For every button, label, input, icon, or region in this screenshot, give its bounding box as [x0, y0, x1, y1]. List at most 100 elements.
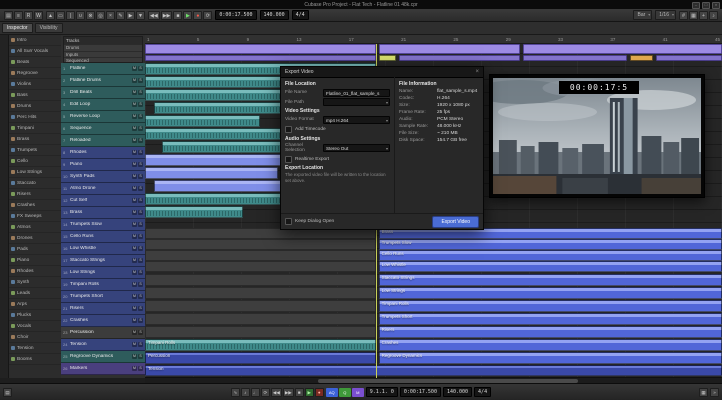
mute-button[interactable]: M [132, 258, 137, 263]
mute-button[interactable]: M [132, 90, 137, 95]
media-list-item[interactable]: Pads [9, 244, 61, 255]
range-selection-tool[interactable]: ▭ [56, 10, 65, 20]
clip[interactable] [145, 76, 301, 88]
media-list-item[interactable]: Vocals [9, 321, 61, 332]
clip[interactable] [145, 313, 376, 325]
mute-button[interactable]: M [132, 186, 137, 191]
keyboard-focus-icon[interactable]: ▦ [699, 387, 708, 397]
mute-button[interactable]: M [132, 270, 137, 275]
solo-button[interactable]: S [138, 138, 143, 143]
media-list-item[interactable]: Plucks [9, 310, 61, 321]
track-header[interactable]: 21 Risers M S [61, 303, 145, 315]
clip[interactable] [145, 274, 376, 286]
play-button[interactable]: ▶ [183, 10, 193, 20]
media-list-item[interactable]: Drums [9, 101, 61, 112]
solo-button[interactable]: S [138, 282, 143, 287]
mute-button[interactable]: M [132, 174, 137, 179]
solo-button[interactable]: S [138, 366, 143, 371]
mute-button[interactable]: M [132, 102, 137, 107]
tab-visibility[interactable]: Visibility [34, 23, 63, 33]
write-automation-icon[interactable]: W [34, 10, 43, 20]
cycle-button[interactable]: ⟳ [260, 387, 270, 397]
solo-button[interactable]: S [138, 102, 143, 107]
mute-button[interactable]: M [132, 222, 137, 227]
track-header[interactable]: 15 Cello Runs M S [61, 231, 145, 243]
close-icon[interactable]: × [475, 69, 479, 75]
object-selection-tool[interactable]: ▲ [46, 10, 55, 20]
solo-button[interactable]: S [138, 114, 143, 119]
mute-button[interactable]: M [132, 162, 137, 167]
media-list-item[interactable]: Drones [9, 233, 61, 244]
midi-input-icon[interactable]: ♪ [709, 10, 718, 20]
read-automation-icon[interactable]: R [24, 10, 33, 20]
media-list-item[interactable]: Bass [9, 90, 61, 101]
tab-inspector[interactable]: Inspector [2, 23, 33, 33]
clip[interactable] [145, 239, 376, 250]
clip[interactable] [145, 206, 244, 218]
solo-button[interactable]: S [138, 294, 143, 299]
split-tool[interactable]: | [66, 10, 75, 20]
solo-button[interactable]: S [138, 354, 143, 359]
track-header[interactable]: 9 Piano M S [61, 159, 145, 171]
midi-chip[interactable]: M [351, 387, 364, 397]
media-list-item[interactable]: Booms [9, 354, 61, 365]
solo-button[interactable]: S [138, 270, 143, 275]
clip[interactable] [655, 55, 722, 61]
forward-button[interactable]: ▶▶ [160, 10, 173, 20]
clip[interactable] [145, 115, 261, 127]
media-list-item[interactable]: Beats [9, 57, 61, 68]
media-list-item[interactable]: Brass [9, 134, 61, 145]
setup-icon[interactable]: ≡ [14, 10, 23, 20]
stop-button[interactable]: ■ [173, 10, 183, 20]
track-header[interactable]: 3 Drill Beats M S [61, 87, 145, 99]
quantize-dropdown[interactable]: 1/16 [655, 10, 676, 20]
clip[interactable] [522, 44, 722, 54]
track-header[interactable]: 8 Rhodes M S [61, 147, 145, 159]
constrain-delay-icon[interactable]: ∿ [230, 387, 240, 397]
clip[interactable]: Low Whistle [378, 261, 722, 272]
solo-button[interactable]: S [138, 210, 143, 215]
track-header[interactable]: 6 Sequence M S [61, 123, 145, 135]
timeline-ruler[interactable]: 1 5 9 13 17 21 25 29 33 37 41 45 [145, 35, 722, 44]
expand-icon[interactable]: » [710, 387, 719, 397]
clip[interactable]: Tension [145, 365, 722, 376]
tempo-button[interactable]: ♩ [250, 387, 260, 397]
mute-button[interactable]: M [132, 150, 137, 155]
track-header[interactable]: 26 Markers M S [61, 363, 145, 375]
clip[interactable] [398, 55, 521, 61]
track-header[interactable]: 4 Edit Loop M S [61, 99, 145, 111]
clip[interactable] [522, 55, 627, 61]
panel-toggle-icon[interactable]: ▤ [3, 387, 12, 397]
zoom-tool[interactable]: ◎ [96, 10, 105, 20]
mute-button[interactable]: M [132, 318, 137, 323]
track-header[interactable]: 13 Brass M S [61, 207, 145, 219]
glue-tool[interactable]: ∪ [76, 10, 85, 20]
color-tool[interactable]: ▼ [136, 10, 145, 20]
track-header[interactable]: 17 Staccato Strings M S [61, 255, 145, 267]
draw-tool[interactable]: ✎ [116, 10, 125, 20]
media-list-item[interactable]: Leads [9, 288, 61, 299]
solo-button[interactable]: S [138, 126, 143, 131]
solo-button[interactable]: S [138, 162, 143, 167]
media-list-item[interactable]: Staccato [9, 178, 61, 189]
track-header[interactable]: 1 Flatline M S [61, 63, 145, 75]
clip[interactable] [145, 261, 376, 272]
solo-button[interactable]: S [138, 234, 143, 239]
solo-button[interactable]: S [138, 306, 143, 311]
media-list-item[interactable]: Timpani [9, 123, 61, 134]
snap-dropdown[interactable]: Bar [633, 10, 653, 20]
track-header[interactable]: 20 Trumpets Short M S [61, 291, 145, 303]
track-header[interactable]: 12 Cut Self M S [61, 195, 145, 207]
play-tool[interactable]: ▶ [126, 10, 135, 20]
clip[interactable] [145, 250, 376, 261]
quantize-chip[interactable]: Q [338, 387, 351, 397]
mute-button[interactable]: M [132, 330, 137, 335]
track-header[interactable]: 24 Tension M S [61, 339, 145, 351]
media-list-item[interactable]: Synth [9, 277, 61, 288]
track-header[interactable]: 16 Low Whistle M S [61, 243, 145, 255]
media-list-item[interactable]: Piano [9, 255, 61, 266]
mute-button[interactable]: M [132, 354, 137, 359]
clip[interactable] [378, 55, 396, 61]
media-list-item[interactable]: Crashes [9, 200, 61, 211]
media-list-item[interactable]: Perc Hits [9, 112, 61, 123]
